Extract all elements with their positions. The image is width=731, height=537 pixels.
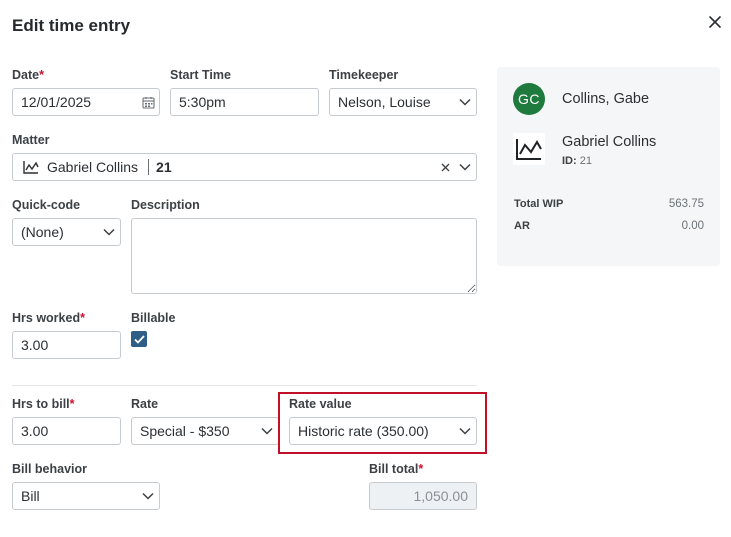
chevron-down-icon <box>256 418 278 444</box>
matter-label: Matter <box>12 133 50 147</box>
timekeeper-select[interactable]: Nelson, Louise <box>329 88 477 116</box>
matter-select[interactable]: Gabriel Collins 21 <box>12 153 477 181</box>
dialog-title: Edit time entry <box>12 16 131 35</box>
hrs-to-bill-input[interactable]: 3.00 <box>12 417 121 445</box>
chevron-down-icon <box>454 154 476 180</box>
chevron-down-icon <box>454 418 476 444</box>
matter-summary-panel: GC Collins, Gabe Gabriel Collins ID: 21 … <box>497 67 720 266</box>
start-time-value: 5:30pm <box>179 94 226 110</box>
matter-name: Gabriel Collins <box>47 159 139 175</box>
calendar-icon[interactable] <box>137 89 159 115</box>
date-field[interactable]: 12/01/2025 <box>12 88 160 116</box>
clear-icon[interactable] <box>436 154 454 180</box>
matter-name: Gabriel Collins <box>562 134 657 150</box>
checkmark-icon <box>133 334 145 344</box>
bill-total-field: 1,050.00 <box>369 482 477 510</box>
date-value: 12/01/2025 <box>21 94 92 110</box>
bill-behavior-label: Bill behavior <box>12 462 88 476</box>
bill-behavior-select[interactable]: Bill <box>12 482 160 510</box>
bill-total-label: Bill total* <box>369 462 424 476</box>
rate-value: Special - $350 <box>140 423 230 439</box>
total-wip-value: 563.75 <box>668 198 704 210</box>
start-time-label: Start Time <box>170 68 231 82</box>
chevron-down-icon <box>454 89 476 115</box>
chevron-down-icon <box>137 483 159 509</box>
rate-label: Rate <box>131 397 159 411</box>
hrs-worked-value: 3.00 <box>21 337 49 353</box>
matter-id: ID: 21 <box>562 155 592 167</box>
matter-number: 21 <box>156 159 172 175</box>
close-button[interactable] <box>705 12 725 32</box>
client-name: Collins, Gabe <box>562 91 650 107</box>
quick-code-value: (None) <box>21 224 64 240</box>
matter-chart-icon <box>513 133 545 165</box>
hrs-worked-label: Hrs worked* <box>12 311 85 325</box>
hrs-to-bill-label: Hrs to bill* <box>12 397 75 411</box>
total-wip-label: Total WIP <box>514 198 564 210</box>
timekeeper-label: Timekeeper <box>329 68 399 82</box>
bill-behavior-value: Bill <box>21 488 40 504</box>
description-label: Description <box>131 198 200 212</box>
matter-separator <box>148 159 150 175</box>
billable-label: Billable <box>131 311 176 325</box>
ar-label: AR <box>514 220 530 232</box>
billable-checkbox[interactable] <box>131 331 147 347</box>
avatar: GC <box>513 83 545 115</box>
timekeeper-value: Nelson, Louise <box>338 94 431 110</box>
date-label: Date* <box>12 68 44 82</box>
chevron-down-icon <box>98 219 120 245</box>
rate-value-value: Historic rate (350.00) <box>298 423 429 439</box>
hrs-to-bill-value: 3.00 <box>21 423 49 439</box>
ar-value: 0.00 <box>681 220 704 232</box>
quick-code-label: Quick-code <box>12 198 81 212</box>
close-icon <box>709 16 721 28</box>
rate-value-select[interactable]: Historic rate (350.00) <box>289 417 477 445</box>
description-textarea[interactable] <box>131 218 477 294</box>
rate-value-label: Rate value <box>289 397 352 411</box>
rate-select[interactable]: Special - $350 <box>131 417 279 445</box>
hrs-worked-input[interactable]: 3.00 <box>12 331 121 359</box>
matter-chart-icon <box>23 160 39 174</box>
quick-code-select[interactable]: (None) <box>12 218 121 246</box>
start-time-field[interactable]: 5:30pm <box>170 88 319 116</box>
section-divider <box>12 385 477 386</box>
